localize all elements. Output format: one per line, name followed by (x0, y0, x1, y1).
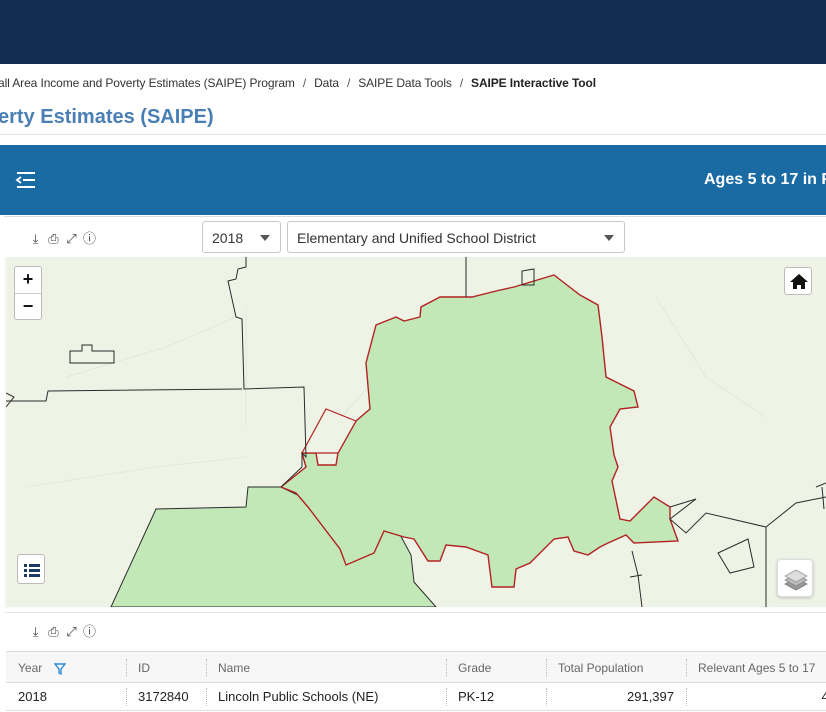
breadcrumb-separator: / (302, 76, 307, 90)
boundary-line (629, 574, 643, 578)
print-icon[interactable]: ⎙ (46, 624, 61, 639)
geography-type-select[interactable]: Elementary and Unified School District (287, 221, 625, 253)
column-header-relevant-ages[interactable]: Relevant Ages 5 to 17 (686, 652, 826, 682)
map-toolbar: ⤓ ⎙ ⤢ ⓘ 2018 Elementary and Unified Scho… (4, 217, 826, 257)
boundary-line (69, 344, 115, 364)
boundary-line (227, 257, 307, 459)
column-header-name[interactable]: Name (206, 652, 446, 682)
basemap-layers-button[interactable] (777, 559, 813, 597)
table-header-row: Year ID Name Grade Total Population Rele… (6, 651, 826, 683)
breadcrumb-item-saipe-program[interactable]: all Area Income and Poverty Estimates (S… (0, 76, 295, 90)
breadcrumb-separator: / (459, 76, 464, 90)
expand-icon[interactable]: ⤢ (64, 231, 79, 246)
map-panel: ⤓ ⎙ ⤢ ⓘ 2018 Elementary and Unified Scho… (4, 216, 826, 608)
filter-icon[interactable] (53, 663, 66, 675)
column-header-year-label: Year (18, 661, 43, 675)
zoom-controls: + − (14, 266, 42, 320)
home-extent-button[interactable] (784, 267, 812, 295)
cell-relevant-ages: 46 (686, 683, 826, 710)
year-select[interactable]: 2018 (202, 221, 281, 253)
title-divider (0, 134, 826, 135)
app-toolbar: Ages 5 to 17 in Fa (0, 145, 826, 215)
layers-icon (784, 569, 808, 591)
menu-toggle-button[interactable] (14, 169, 38, 191)
column-header-grade[interactable]: Grade (446, 652, 546, 682)
data-table: Year ID Name Grade Total Population Rele… (6, 651, 826, 711)
download-icon[interactable]: ⤓ (28, 231, 43, 246)
legend-toggle-button[interactable] (17, 554, 45, 584)
boundary-line (815, 482, 826, 510)
column-header-year[interactable]: Year (6, 652, 126, 682)
boundary-line (669, 512, 767, 607)
cell-name: Lincoln Public Schools (NE) (206, 683, 446, 710)
site-header-bar (0, 0, 826, 64)
cell-id: 3172840 (126, 683, 206, 710)
boundary-line (6, 388, 243, 402)
page-title: erty Estimates (SAIPE) (0, 106, 214, 128)
chevron-down-icon (260, 235, 270, 241)
cell-grade: PK-12 (446, 683, 546, 710)
home-icon (790, 274, 808, 289)
print-icon[interactable]: ⎙ (46, 231, 61, 246)
boundary-line (669, 498, 697, 520)
breadcrumb: all Area Income and Poverty Estimates (S… (0, 76, 596, 90)
breadcrumb-item-data-tools[interactable]: SAIPE Data Tools (358, 76, 452, 90)
year-select-value: 2018 (212, 230, 244, 246)
cell-year: 2018 (18, 689, 47, 704)
column-header-total-population[interactable]: Total Population (546, 652, 686, 682)
breadcrumb-separator: / (347, 76, 351, 90)
table-row[interactable]: 2018 3172840 Lincoln Public Schools (NE)… (6, 683, 826, 711)
cell-total-population: 291,397 (546, 683, 686, 710)
geography-type-select-value: Elementary and Unified School District (297, 230, 536, 246)
breadcrumb-current: SAIPE Interactive Tool (471, 76, 596, 90)
column-header-id[interactable]: ID (126, 652, 206, 682)
collapse-menu-icon (15, 172, 35, 188)
boundary-line (6, 392, 15, 408)
expand-icon[interactable]: ⤢ (64, 624, 79, 639)
help-icon[interactable]: ⓘ (82, 231, 97, 246)
table-tool-icons: ⤓ ⎙ ⤢ ⓘ (28, 624, 97, 639)
download-icon[interactable]: ⤓ (28, 624, 43, 639)
list-icon (24, 564, 40, 577)
boundary-line (717, 538, 755, 574)
map-svg (6, 257, 826, 607)
indicator-heading: Ages 5 to 17 in Fa (704, 171, 826, 188)
data-table-panel: ⤓ ⎙ ⤢ ⓘ Year ID Name Grade Total Populat… (4, 612, 826, 712)
map-canvas[interactable]: + − (6, 257, 826, 607)
chevron-down-icon (604, 235, 614, 241)
help-icon[interactable]: ⓘ (82, 624, 97, 639)
breadcrumb-item-data[interactable]: Data (314, 76, 339, 90)
zoom-out-button[interactable]: − (15, 293, 41, 319)
zoom-in-button[interactable]: + (15, 267, 41, 293)
boundary-line (631, 550, 643, 607)
map-tool-icons: ⤓ ⎙ ⤢ ⓘ (28, 231, 97, 246)
boundary-line (765, 496, 826, 528)
